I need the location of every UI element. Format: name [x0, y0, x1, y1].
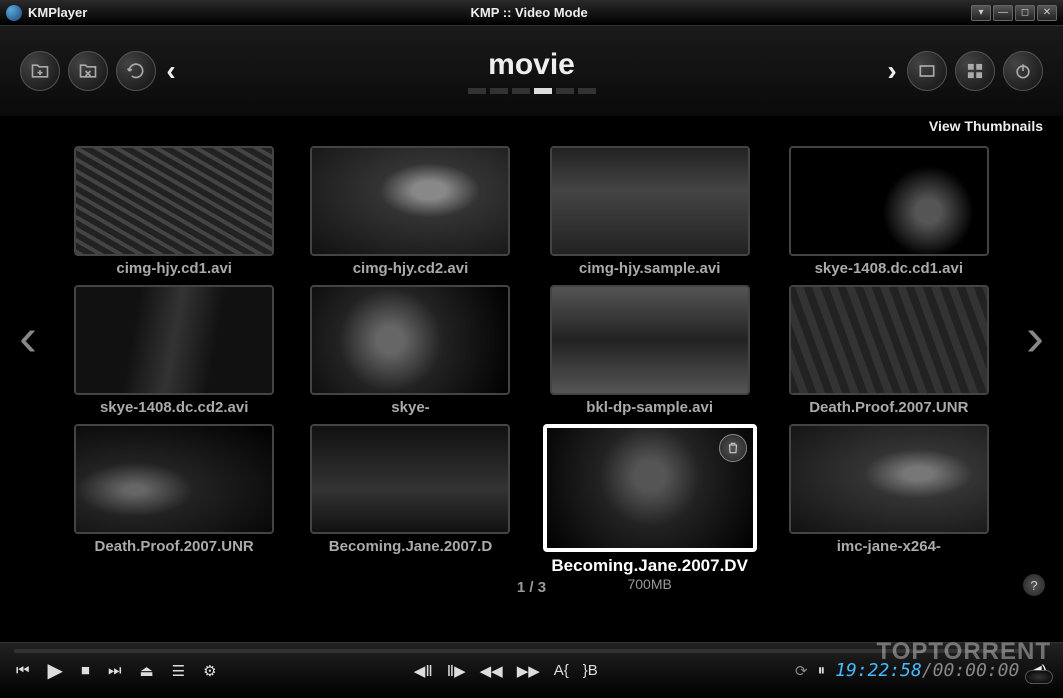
- thumbnail-filename: Becoming.Jane.2007.D: [329, 538, 492, 555]
- pause-indicator-icon: ⏸: [818, 662, 826, 679]
- power-button[interactable]: [1003, 51, 1043, 91]
- step-fwd-button[interactable]: Ⅱ▶: [447, 662, 466, 680]
- thumbnail-image[interactable]: [310, 146, 510, 256]
- close-button[interactable]: ✕: [1037, 5, 1057, 21]
- prev-track-button[interactable]: ⏮: [16, 662, 30, 679]
- thumbnail-cell[interactable]: Death.Proof.2007.UNR: [70, 424, 278, 592]
- next-page-button[interactable]: ›: [1015, 297, 1055, 377]
- toolbar: ‹ movie › View Thumbnails: [0, 26, 1063, 116]
- stop-button[interactable]: ■: [81, 662, 90, 679]
- delete-icon[interactable]: [719, 434, 747, 462]
- thumbnail-image[interactable]: [74, 285, 274, 395]
- thumbnail-cell[interactable]: cimg-hjy.sample.avi: [543, 146, 757, 277]
- thumbnail-image[interactable]: [74, 424, 274, 534]
- thumbnail-image[interactable]: [74, 146, 274, 256]
- step-back-button[interactable]: ◀Ⅱ: [414, 662, 433, 680]
- eject-button[interactable]: ⏏: [139, 662, 153, 680]
- thumbnail-filename: skye-1408.dc.cd1.avi: [815, 260, 963, 277]
- playlist-button[interactable]: ☰: [172, 662, 185, 680]
- thumbnail-filesize: 700MB: [627, 576, 671, 592]
- gallery: ‹ › cimg-hjy.cd1.avicimg-hjy.cd2.avicimg…: [0, 116, 1063, 606]
- play-button[interactable]: ▶: [48, 658, 63, 683]
- thumbnail-filename: skye-1408.dc.cd2.avi: [100, 399, 248, 416]
- add-folder-button[interactable]: [20, 51, 60, 91]
- category-title: movie: [186, 48, 877, 82]
- seek-slider[interactable]: [14, 649, 1019, 653]
- time-display: 19:22:58/00:00:00: [835, 660, 1019, 681]
- thumbnail-filename: bkl-dp-sample.avi: [586, 399, 713, 416]
- ab-end-button[interactable]: }B: [583, 662, 598, 680]
- thumbnail-cell[interactable]: imc-jane-x264-: [785, 424, 993, 592]
- total-time: 00:00:00: [933, 660, 1020, 681]
- ab-start-button[interactable]: A{: [554, 662, 569, 680]
- current-time: 19:22:58: [835, 660, 922, 681]
- tray-button[interactable]: ▾: [971, 5, 991, 21]
- thumbnail-cell[interactable]: bkl-dp-sample.avi: [543, 285, 757, 416]
- thumbnail-filename: skye-: [391, 399, 429, 416]
- fullscreen-button[interactable]: [907, 51, 947, 91]
- window-title: KMP :: Video Mode: [87, 5, 971, 20]
- loop-icon[interactable]: ⟳: [795, 662, 808, 680]
- thumbnail-grid: cimg-hjy.cd1.avi cimg-hjy.cd2.avi cimg-hjy…: [70, 146, 993, 592]
- thumbnail-filename: cimg-hjy.cd1.avi: [116, 260, 232, 277]
- help-button[interactable]: ?: [1023, 574, 1045, 596]
- thumbnail-filename: Becoming.Jane.2007.DV: [551, 556, 748, 576]
- thumbnail-cell[interactable]: cimg-hjy.cd1.avi: [70, 146, 278, 277]
- thumbnail-image[interactable]: [789, 146, 989, 256]
- thumbnail-filename: cimg-hjy.cd2.avi: [353, 260, 469, 277]
- thumbnail-filename: Death.Proof.2007.UNR: [95, 538, 254, 555]
- thumbnail-cell[interactable]: skye-1408.dc.cd2.avi: [70, 285, 278, 416]
- page-indicator: [186, 88, 877, 94]
- thumbnail-cell[interactable]: Death.Proof.2007.UNR: [785, 285, 993, 416]
- next-category-button[interactable]: ›: [877, 51, 907, 91]
- page-counter: 1 / 3: [517, 579, 546, 596]
- thumbnail-image[interactable]: [310, 424, 510, 534]
- thumbnail-cell[interactable]: Becoming.Jane.2007.D: [306, 424, 514, 592]
- ffwd-button[interactable]: ▶▶: [517, 662, 540, 680]
- grid-view-button[interactable]: [955, 51, 995, 91]
- settings-button[interactable]: ⚙: [203, 662, 216, 680]
- thumbnail-cell[interactable]: cimg-hjy.cd2.avi: [306, 146, 514, 277]
- thumbnail-image[interactable]: [543, 424, 757, 552]
- thumbnail-cell[interactable]: skye-: [306, 285, 514, 416]
- refresh-button[interactable]: [116, 51, 156, 91]
- app-name: KMPlayer: [28, 5, 87, 20]
- thumbnail-filename: cimg-hjy.sample.avi: [579, 260, 720, 277]
- thumbnail-cell[interactable]: skye-1408.dc.cd1.avi: [785, 146, 993, 277]
- thumbnail-filename: Death.Proof.2007.UNR: [809, 399, 968, 416]
- thumbnail-image[interactable]: [310, 285, 510, 395]
- minimize-button[interactable]: —: [993, 5, 1013, 21]
- thumbnail-filename: imc-jane-x264-: [837, 538, 941, 555]
- remove-folder-button[interactable]: [68, 51, 108, 91]
- next-track-button[interactable]: ⏭: [108, 662, 122, 679]
- maximize-button[interactable]: ◻: [1015, 5, 1035, 21]
- playback-bar: ⏮ ▶ ■ ⏭ ⏏ ☰ ⚙ ◀Ⅱ Ⅱ▶ ◀◀ ▶▶ A{ }B ⟳ ⏸ 19:2…: [0, 642, 1063, 698]
- thumbnail-image[interactable]: [789, 285, 989, 395]
- prev-category-button[interactable]: ‹: [156, 51, 186, 91]
- thumbnail-image[interactable]: [550, 285, 750, 395]
- app-icon: [6, 5, 22, 21]
- rewind-button[interactable]: ◀◀: [480, 662, 503, 680]
- prev-page-button[interactable]: ‹: [8, 297, 48, 377]
- titlebar: KMPlayer KMP :: Video Mode ▾ — ◻ ✕: [0, 0, 1063, 26]
- volume-knob[interactable]: [1025, 670, 1053, 684]
- thumbnail-image[interactable]: [789, 424, 989, 534]
- thumbnail-cell[interactable]: Becoming.Jane.2007.DV700MB: [543, 424, 757, 592]
- thumbnail-image[interactable]: [550, 146, 750, 256]
